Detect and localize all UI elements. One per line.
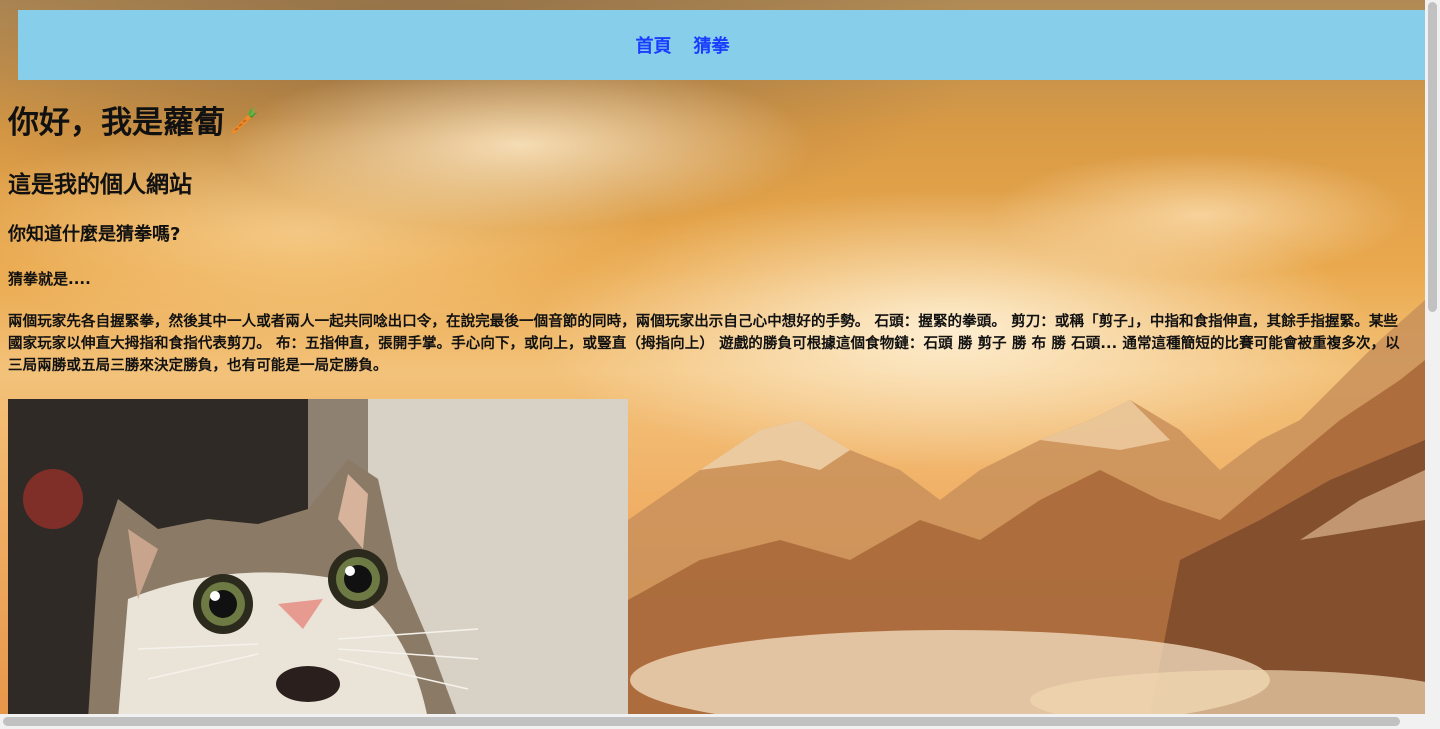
page-viewport: 首頁 猜拳 你好，我是蘿蔔 這是我的個人網站 你知道什麼是猜拳嗎? 猜拳就是..… bbox=[0, 0, 1425, 714]
page-title-text: 你好，我是蘿蔔 bbox=[8, 105, 225, 141]
scrollbar-corner bbox=[1425, 714, 1440, 729]
carrot-icon bbox=[227, 102, 259, 148]
surprised-cat-photo bbox=[8, 399, 628, 714]
nav-home-link[interactable]: 首頁 bbox=[636, 32, 672, 58]
page-title: 你好，我是蘿蔔 bbox=[8, 100, 1412, 148]
section-lead: 猜拳就是.... bbox=[8, 270, 91, 288]
vertical-scrollbar-thumb[interactable] bbox=[1428, 2, 1437, 312]
nav-rps-link[interactable]: 猜拳 bbox=[694, 32, 730, 58]
page-subtitle: 這是我的個人網站 bbox=[8, 172, 192, 198]
rps-description: 兩個玩家先各自握緊拳，然後其中一人或者兩人一起共同唸出口令，在說完最後一個音節的… bbox=[8, 314, 1400, 374]
vertical-scrollbar[interactable] bbox=[1425, 0, 1440, 714]
horizontal-scrollbar-thumb[interactable] bbox=[3, 717, 1400, 726]
top-nav: 首頁 猜拳 bbox=[18, 10, 1425, 80]
horizontal-scrollbar[interactable] bbox=[0, 714, 1425, 729]
main-content: 你好，我是蘿蔔 這是我的個人網站 你知道什麼是猜拳嗎? 猜拳就是.... 兩個玩… bbox=[8, 100, 1412, 374]
section-question: 你知道什麼是猜拳嗎? bbox=[8, 224, 181, 245]
